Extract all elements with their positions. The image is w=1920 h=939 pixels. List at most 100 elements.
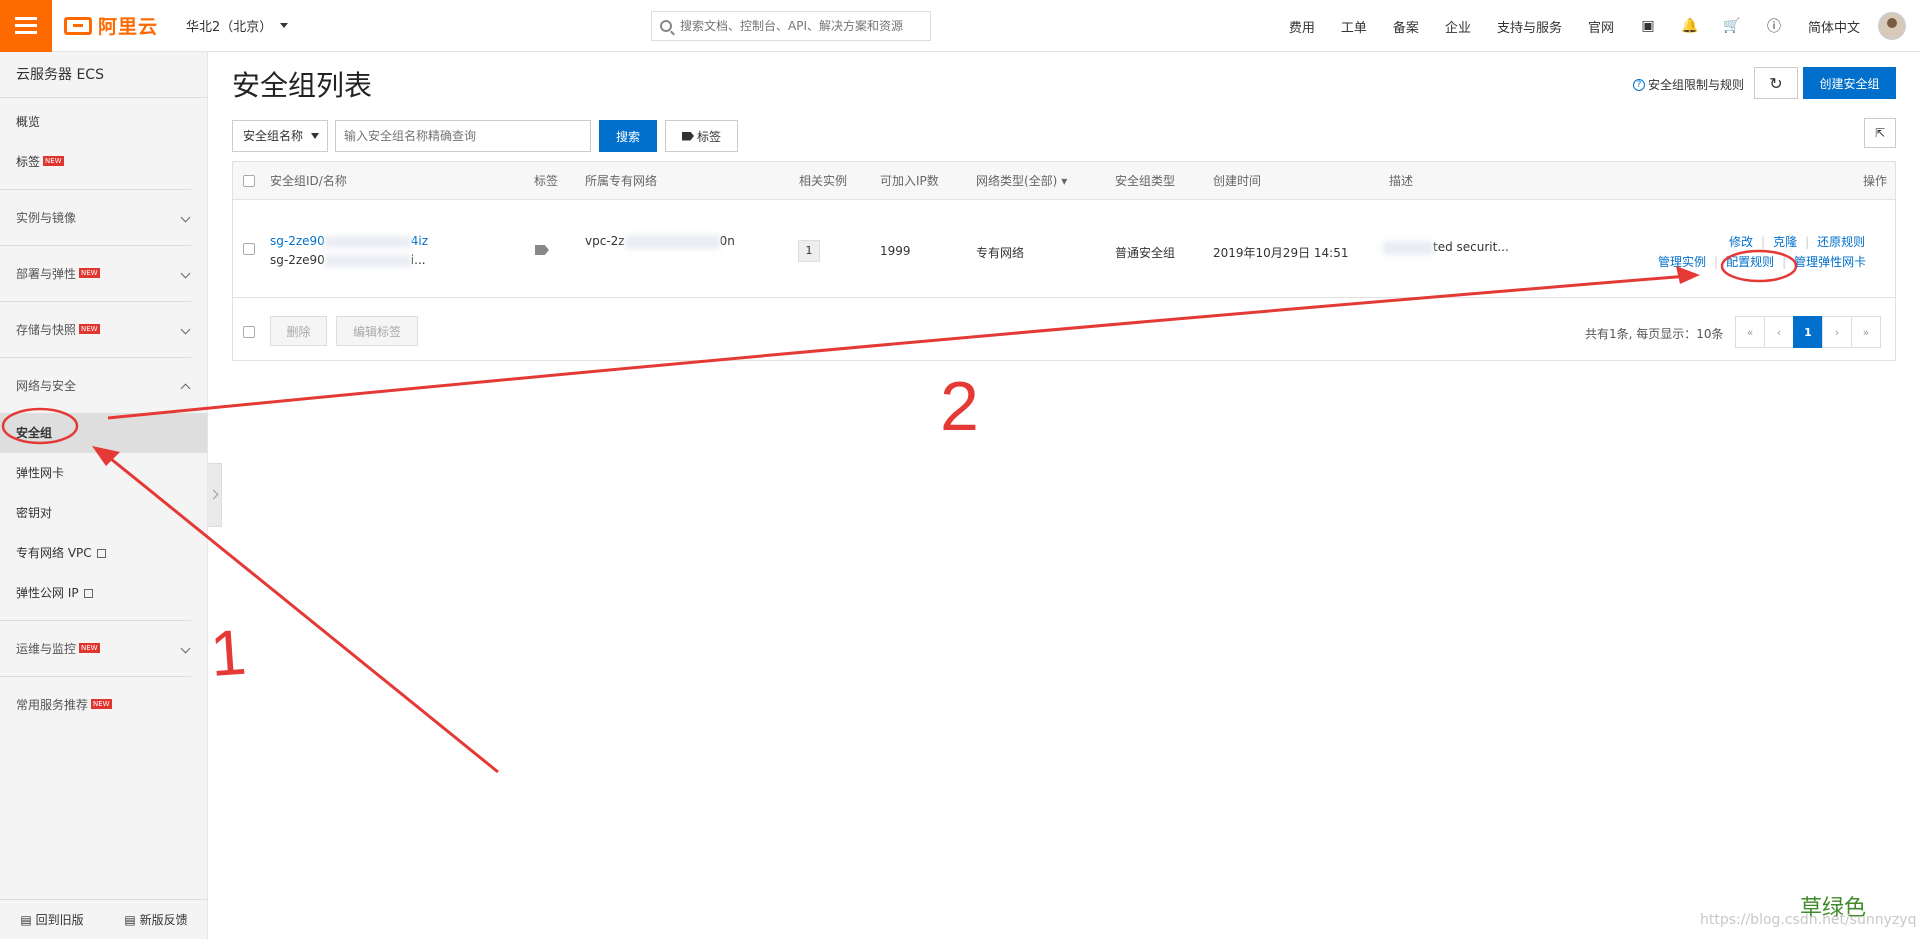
page-1-button[interactable]: 1: [1793, 316, 1823, 348]
nav-filing[interactable]: 备案: [1393, 17, 1419, 36]
network-type-value: 专有网络: [976, 246, 1025, 260]
terminal-icon[interactable]: ▣: [1640, 18, 1656, 34]
caret-down-icon: [280, 23, 289, 28]
manage-instances-link[interactable]: 管理实例: [1658, 255, 1706, 269]
configure-rules-link[interactable]: 配置规则: [1726, 255, 1774, 269]
new-badge: NEW: [79, 643, 100, 653]
sidebar-item-overview[interactable]: 概览: [0, 102, 207, 142]
chevron-down-icon: [180, 268, 191, 279]
export-icon: ⇱: [1874, 126, 1886, 140]
security-group-name: sg-2ze90 i...: [270, 253, 426, 267]
description-value: ted securit...: [1383, 240, 1509, 255]
nav-website[interactable]: 官网: [1588, 17, 1614, 36]
nav-fees[interactable]: 费用: [1289, 17, 1315, 36]
global-search-input[interactable]: [680, 19, 920, 33]
sidebar-footer: ▤ 回到旧版 ▤ 新版反馈: [0, 899, 208, 939]
security-group-id-link[interactable]: sg-2ze90 4iz: [270, 234, 428, 248]
help-link[interactable]: ? 安全组限制与规则: [1633, 76, 1744, 93]
footer-select-all-checkbox[interactable]: [243, 326, 255, 338]
page-last-button[interactable]: »: [1851, 316, 1881, 348]
col-network-type[interactable]: 网络类型(全部) ▾: [976, 162, 1067, 200]
aliyun-logo-icon: [64, 16, 92, 35]
sidebar-group-deploy[interactable]: 部署与弹性 NEW: [0, 245, 191, 301]
modify-link[interactable]: 修改: [1729, 235, 1753, 249]
sidebar-group-instances[interactable]: 实例与镜像: [0, 189, 191, 245]
page-prev-button[interactable]: ‹: [1764, 316, 1794, 348]
delete-button[interactable]: 删除: [270, 316, 327, 346]
filter-field-select[interactable]: 安全组名称: [232, 120, 328, 152]
back-to-old-version[interactable]: ▤ 回到旧版: [20, 911, 83, 928]
tag-filter-button[interactable]: 标签: [665, 120, 738, 152]
export-button[interactable]: ⇱: [1864, 118, 1896, 148]
refresh-button[interactable]: ↻: [1754, 67, 1798, 99]
nav-enterprise[interactable]: 企业: [1445, 17, 1471, 36]
tag-icon[interactable]: [535, 245, 549, 255]
sidebar: 云服务器 ECS 概览 标签 NEW 实例与镜像 部署与弹性 NEW 存储与快照 NE…: [0, 52, 208, 939]
row-checkbox[interactable]: [243, 243, 255, 255]
redacted-text: [1383, 240, 1433, 255]
external-link-icon: [83, 589, 93, 598]
sidebar-item-tags[interactable]: 标签 NEW: [0, 142, 207, 182]
sidebar-item-security-group[interactable]: 安全组: [0, 413, 207, 453]
search-icon: [660, 20, 672, 32]
new-version-feedback[interactable]: ▤ 新版反馈: [124, 911, 187, 928]
sidebar-item-eip[interactable]: 弹性公网 IP: [0, 573, 207, 613]
manage-eni-link[interactable]: 管理弹性网卡: [1794, 255, 1866, 269]
vpc-link[interactable]: vpc-2z 0n: [585, 234, 735, 249]
chevron-up-icon: [180, 383, 191, 394]
page-title: 安全组列表: [232, 69, 373, 102]
row-actions-line2: 管理实例 | 配置规则 | 管理弹性网卡: [1658, 255, 1867, 269]
new-badge: NEW: [43, 156, 64, 166]
col-ip-count: 可加入IP数: [880, 174, 939, 188]
restore-rules-link[interactable]: 还原规则: [1817, 235, 1865, 249]
sidebar-item-eni[interactable]: 弹性网卡: [0, 453, 207, 493]
create-security-group-button[interactable]: 创建安全组: [1803, 67, 1896, 99]
select-all-checkbox[interactable]: [243, 175, 255, 187]
cart-icon[interactable]: 🛒: [1723, 18, 1740, 34]
region-selector[interactable]: 华北2（北京）: [186, 16, 289, 35]
sidebar-group-recommend[interactable]: 常用服务推荐 NEW: [0, 676, 191, 732]
col-instances: 相关实例: [799, 174, 848, 188]
search-button[interactable]: 搜索: [599, 120, 657, 152]
hamburger-menu-button[interactable]: [0, 0, 52, 52]
col-actions: 操作: [1863, 174, 1888, 188]
bell-icon[interactable]: 🔔: [1681, 18, 1698, 34]
new-badge: NEW: [91, 699, 112, 709]
ip-count-value: 1999: [880, 244, 911, 258]
chevron-down-icon: [180, 212, 191, 223]
question-icon: ?: [1633, 78, 1645, 91]
global-search[interactable]: [651, 11, 931, 41]
sidebar-group-network[interactable]: 网络与安全: [0, 357, 191, 413]
menu-icon: [15, 24, 37, 27]
external-link-icon: [96, 549, 106, 558]
sidebar-group-ops[interactable]: 运维与监控 NEW: [0, 620, 191, 676]
page-next-button[interactable]: ›: [1822, 316, 1852, 348]
edit-tags-button[interactable]: 编辑标签: [336, 316, 418, 346]
new-badge: NEW: [79, 268, 100, 278]
aliyun-logo[interactable]: 阿里云: [64, 12, 158, 39]
watermark-url: https://blog.csdn.net/sunnyzyq: [1700, 912, 1917, 928]
sidebar-collapse-handle[interactable]: [208, 463, 222, 527]
sg-type-value: 普通安全组: [1115, 246, 1176, 260]
redacted-text: [324, 235, 411, 248]
tag-icon: [681, 131, 694, 141]
sidebar-item-keypair[interactable]: 密钥对: [0, 493, 207, 533]
sidebar-group-storage[interactable]: 存储与快照 NEW: [0, 301, 191, 357]
page-first-button[interactable]: «: [1735, 316, 1765, 348]
related-instance-count[interactable]: 1: [798, 240, 820, 262]
filter-input[interactable]: [335, 120, 591, 152]
clone-link[interactable]: 克隆: [1773, 235, 1797, 249]
refresh-icon: ↻: [1769, 73, 1783, 93]
language-switch[interactable]: 简体中文: [1808, 17, 1860, 36]
col-vpc: 所属专有网络: [585, 174, 658, 188]
user-avatar[interactable]: [1878, 12, 1906, 40]
nav-tickets[interactable]: 工单: [1341, 17, 1367, 36]
nav-support[interactable]: 支持与服务: [1497, 17, 1562, 36]
table-header: 安全组ID/名称 标签 所属专有网络 相关实例 可加入IP数 网络类型(全部) …: [233, 162, 1895, 200]
pagination: « ‹ 1 › »: [1735, 316, 1881, 348]
pager-info: 共有1条, 每页显示：10条: [1585, 327, 1724, 341]
help-icon[interactable]: ⓘ: [1766, 18, 1782, 35]
col-id-name: 安全组ID/名称: [270, 174, 347, 188]
sidebar-item-vpc[interactable]: 专有网络 VPC: [0, 533, 207, 573]
annotation-number-1: 1: [208, 616, 249, 690]
